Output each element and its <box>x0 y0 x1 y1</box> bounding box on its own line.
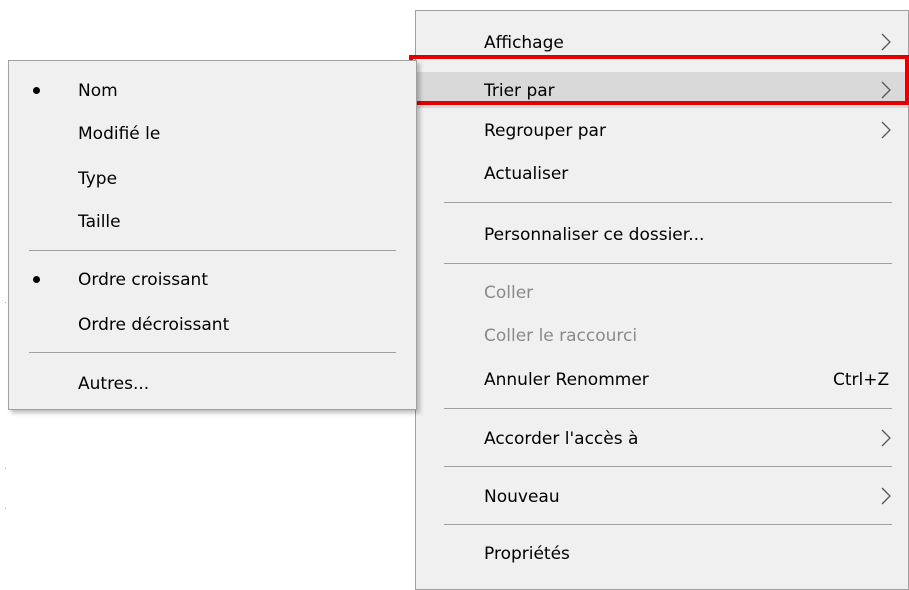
menu-separator <box>444 408 892 409</box>
shortcut-label: Ctrl+Z <box>833 370 890 390</box>
chevron-right-icon <box>881 33 891 51</box>
menu-item-label: Propriétés <box>484 544 570 564</box>
menu-item-label: Accorder l'accès à <box>484 429 639 449</box>
chevron-right-icon <box>881 429 891 447</box>
sort-item-label: Ordre croissant <box>78 270 208 290</box>
menu-item-accorder-acces[interactable]: Accorder l'accès à <box>416 420 908 456</box>
menu-separator <box>444 202 892 203</box>
menu-item-label: Annuler Renommer <box>484 370 649 390</box>
menu-separator <box>444 466 892 467</box>
menu-item-label: Personnaliser ce dossier... <box>484 225 705 245</box>
sort-item-type[interactable]: Type <box>9 161 416 195</box>
sort-item-label: Modifié le <box>78 124 161 144</box>
check-bullet-icon <box>33 276 40 283</box>
sort-item-autres[interactable]: Autres... <box>9 366 416 400</box>
menu-item-coller-raccourci[interactable]: Coller le raccourci <box>416 317 908 353</box>
menu-separator <box>29 250 396 251</box>
menu-item-coller[interactable]: Coller <box>416 274 908 310</box>
menu-item-label: Coller le raccourci <box>484 326 638 346</box>
chevron-right-icon <box>881 121 891 139</box>
menu-item-label: Nouveau <box>484 487 560 507</box>
sort-item-nom[interactable]: Nom <box>9 73 416 107</box>
menu-separator <box>444 263 892 264</box>
sort-item-label: Type <box>78 169 118 189</box>
menu-item-label: Regrouper par <box>484 121 606 141</box>
menu-item-label: Actualiser <box>484 164 569 184</box>
highlight-frame <box>409 55 909 105</box>
sort-item-modifie-le[interactable]: Modifié le <box>9 116 416 150</box>
sort-item-label: Autres... <box>78 374 150 394</box>
menu-item-label: Affichage <box>484 33 564 53</box>
background-dot <box>5 468 6 469</box>
background-dot <box>5 302 6 303</box>
sort-item-taille[interactable]: Taille <box>9 204 416 238</box>
background-dot <box>5 508 6 509</box>
menu-item-personnaliser[interactable]: Personnaliser ce dossier... <box>416 216 908 252</box>
menu-item-actualiser[interactable]: Actualiser <box>416 155 908 191</box>
menu-item-annuler-renommer[interactable]: Annuler Renommer Ctrl+Z <box>416 361 908 397</box>
chevron-right-icon <box>881 487 891 505</box>
menu-item-label: Coller <box>484 283 534 303</box>
sort-submenu: Nom Modifié le Type Taille Ordre croissa… <box>8 60 417 410</box>
menu-item-nouveau[interactable]: Nouveau <box>416 478 908 514</box>
sort-item-label: Ordre décroissant <box>78 315 230 335</box>
menu-item-regrouper-par[interactable]: Regrouper par <box>416 112 908 148</box>
menu-separator <box>444 524 892 525</box>
sort-item-ordre-croissant[interactable]: Ordre croissant <box>9 262 416 296</box>
menu-item-proprietes[interactable]: Propriétés <box>416 535 908 571</box>
menu-separator <box>29 352 396 353</box>
sort-item-label: Taille <box>78 212 121 232</box>
sort-item-ordre-decroissant[interactable]: Ordre décroissant <box>9 307 416 341</box>
sort-item-label: Nom <box>78 81 118 101</box>
check-bullet-icon <box>33 87 40 94</box>
